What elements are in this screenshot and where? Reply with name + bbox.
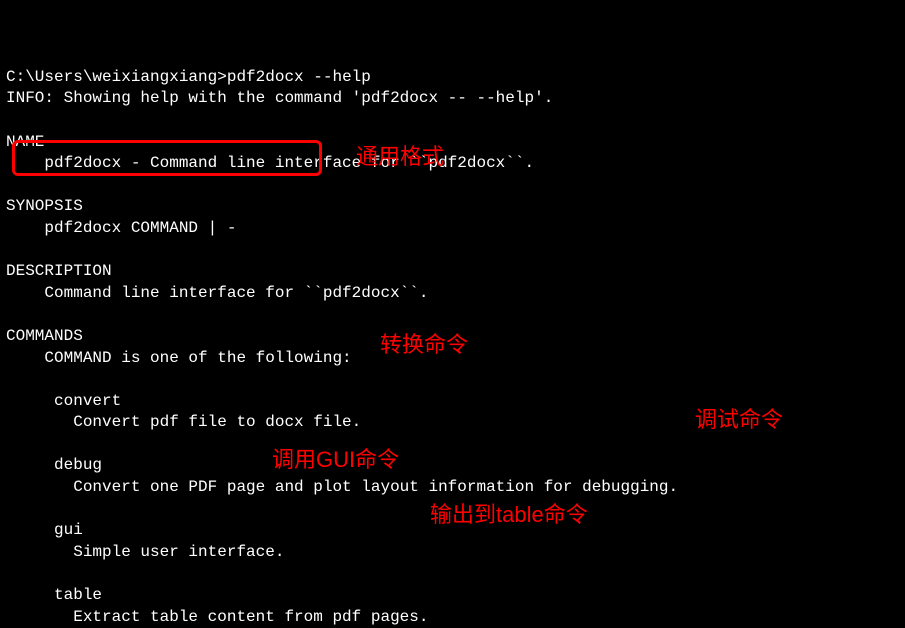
annotation-label-debug-cmd: 调试命令 [695,405,783,435]
command-debug: debug [6,456,102,474]
command-typed: pdf2docx --help [227,68,371,86]
section-commands-header: COMMANDS [6,327,83,345]
annotation-label-table-cmd: 输出到table命令 [430,500,588,530]
command-gui-desc: Simple user interface. [6,543,284,561]
section-description-header: DESCRIPTION [6,262,112,280]
command-convert-desc: Convert pdf file to docx file. [6,413,361,431]
command-gui: gui [6,521,83,539]
name-line: pdf2docx - Command line interface for ``… [6,154,534,172]
description-line: Command line interface for ``pdf2docx``. [6,284,428,302]
terminal-output: C:\Users\weixiangxiang>pdf2docx --help I… [6,68,678,626]
info-line: INFO: Showing help with the command 'pdf… [6,89,553,107]
command-debug-desc: Convert one PDF page and plot layout inf… [6,478,678,496]
command-table-desc: Extract table content from pdf pages. [6,608,428,626]
section-synopsis-header: SYNOPSIS [6,197,83,215]
command-convert: convert [6,392,121,410]
prompt: C:\Users\weixiangxiang> [6,68,227,86]
annotation-label-general-format: 通用格式 [356,142,444,172]
annotation-label-convert-cmd: 转换命令 [380,330,468,360]
section-name-header: NAME [6,133,44,151]
annotation-label-gui-cmd: 调用GUI命令 [272,445,399,475]
synopsis-line: pdf2docx COMMAND | - [6,219,236,237]
commands-intro: COMMAND is one of the following: [6,349,352,367]
command-table: table [6,586,102,604]
